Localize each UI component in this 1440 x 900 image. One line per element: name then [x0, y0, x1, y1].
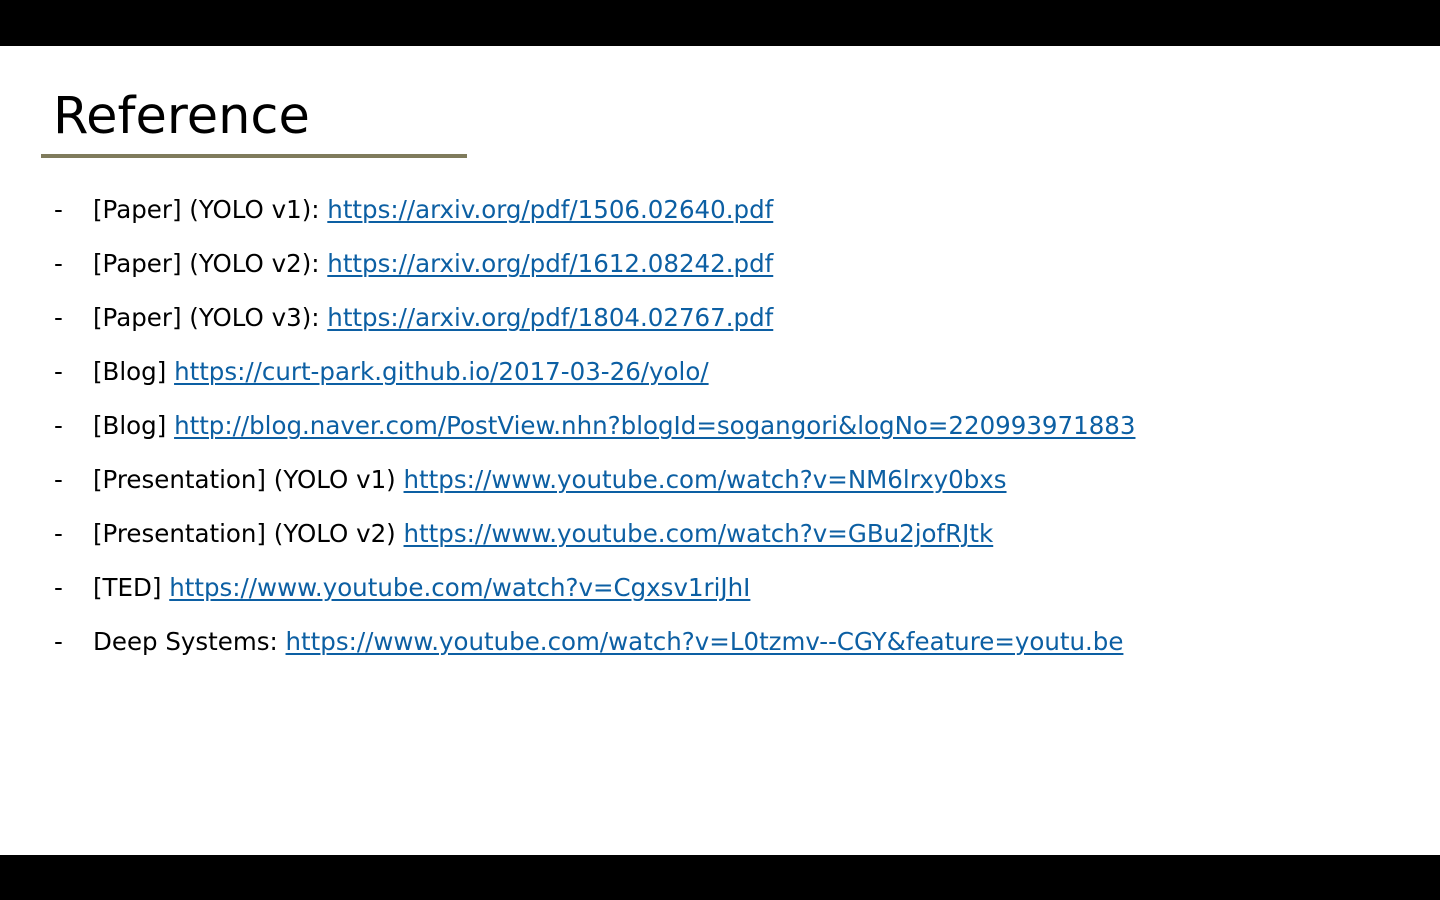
- reference-link[interactable]: https://www.youtube.com/watch?v=Cgxsv1ri…: [169, 573, 750, 602]
- reference-link[interactable]: https://arxiv.org/pdf/1506.02640.pdf: [327, 195, 773, 224]
- reference-link[interactable]: http://blog.naver.com/PostView.nhn?blogI…: [174, 411, 1135, 440]
- title-underline: [41, 154, 467, 158]
- bullet-dash: -: [54, 465, 63, 494]
- reference-link[interactable]: https://www.youtube.com/watch?v=L0tzmv--…: [286, 627, 1124, 656]
- reference-link[interactable]: https://www.youtube.com/watch?v=GBu2jofR…: [404, 519, 994, 548]
- reference-label: [TED]: [93, 573, 170, 602]
- bullet-dash: -: [54, 249, 63, 278]
- bullet-dash: -: [54, 411, 63, 440]
- reference-link[interactable]: https://arxiv.org/pdf/1804.02767.pdf: [327, 303, 773, 332]
- slide: Reference - [Paper] (YOLO v1): https://a…: [0, 46, 1440, 855]
- bullet-dash: -: [54, 519, 63, 548]
- bullet-dash: -: [54, 195, 63, 224]
- reference-label: [Paper] (YOLO v2):: [93, 249, 328, 278]
- letterbox-top: [0, 0, 1440, 46]
- bullet-dash: -: [54, 357, 63, 386]
- reference-link[interactable]: https://curt-park.github.io/2017-03-26/y…: [174, 357, 709, 386]
- reference-link[interactable]: https://www.youtube.com/watch?v=NM6lrxy0…: [404, 465, 1007, 494]
- letterbox-bottom: [0, 855, 1440, 900]
- slide-title: Reference: [53, 87, 310, 146]
- reference-label: [Presentation] (YOLO v1): [93, 465, 404, 494]
- bullet-dash: -: [54, 627, 63, 656]
- reference-label: [Paper] (YOLO v3):: [93, 303, 328, 332]
- bullet-dash: -: [54, 573, 63, 602]
- reference-label: [Paper] (YOLO v1):: [93, 195, 328, 224]
- reference-label: [Blog]: [93, 411, 175, 440]
- reference-label: [Presentation] (YOLO v2): [93, 519, 404, 548]
- reference-label: [Blog]: [93, 357, 175, 386]
- bullet-dash: -: [54, 303, 63, 332]
- reference-link[interactable]: https://arxiv.org/pdf/1612.08242.pdf: [327, 249, 773, 278]
- reference-label: Deep Systems:: [93, 627, 286, 656]
